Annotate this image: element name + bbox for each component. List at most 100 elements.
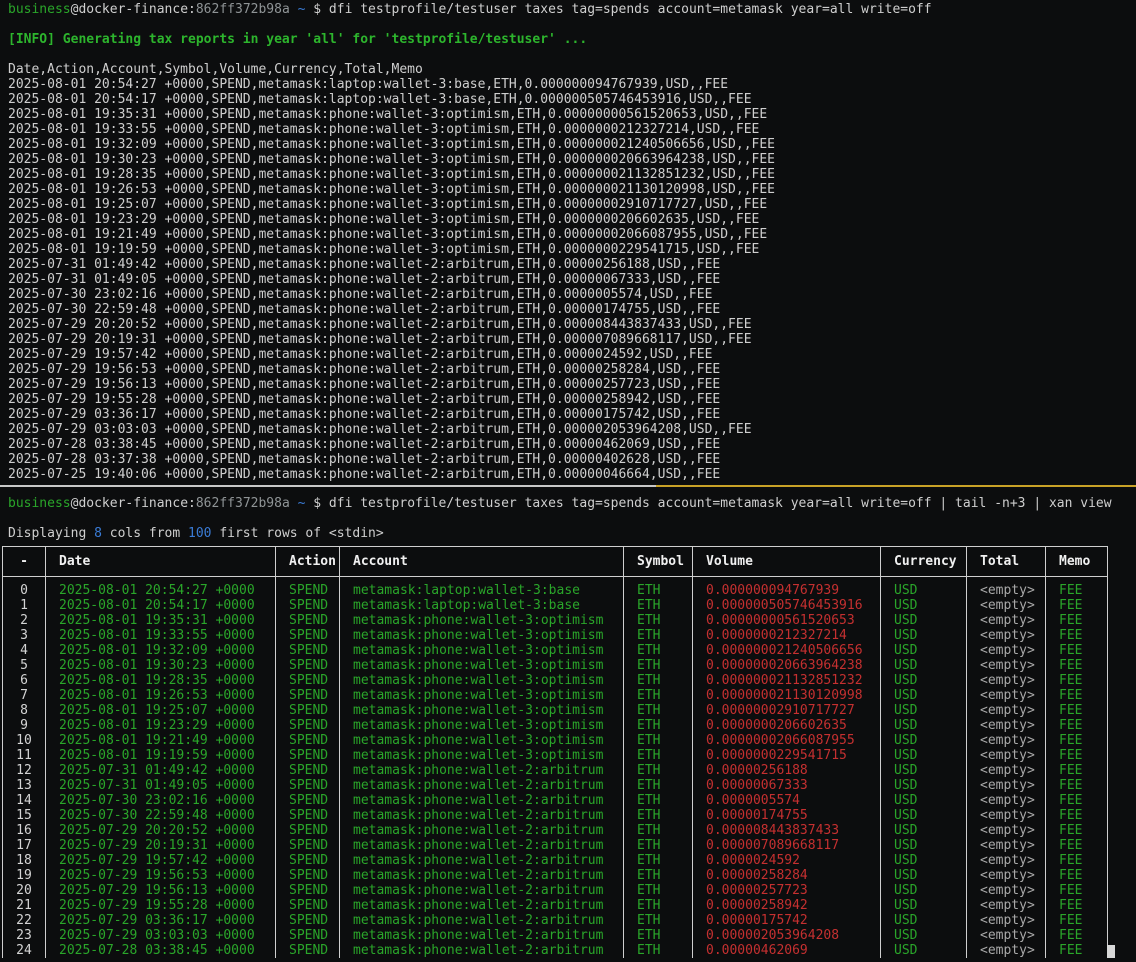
cell-date: 2025-07-29 19:56:13 +0000: [46, 883, 276, 898]
cell-memo: FEE: [1046, 913, 1108, 928]
cell-row-index: 9: [3, 718, 46, 733]
cell-total: <empty>: [967, 733, 1046, 748]
cell-account: metamask:phone:wallet-2:arbitrum: [340, 808, 624, 823]
csv-line: 2025-07-28 03:38:45 +0000,SPEND,metamask…: [0, 437, 1136, 452]
cell-action: SPEND: [276, 868, 340, 883]
cell-total: <empty>: [967, 583, 1046, 598]
cell-action: SPEND: [276, 613, 340, 628]
cell-memo: FEE: [1046, 703, 1108, 718]
table-row: 20 2025-07-29 19:56:13 +0000 SPEND metam…: [3, 883, 1108, 898]
cell-account: metamask:phone:wallet-2:arbitrum: [340, 928, 624, 943]
command-text-2: dfi testprofile/testuser taxes tag=spend…: [329, 496, 1112, 511]
cell-memo: FEE: [1046, 583, 1108, 598]
cell-total: <empty>: [967, 913, 1046, 928]
cell-symbol: ETH: [624, 853, 693, 868]
csv-line: 2025-08-01 19:33:55 +0000,SPEND,metamask…: [0, 122, 1136, 137]
table-row: 16 2025-07-29 20:20:52 +0000 SPEND metam…: [3, 823, 1108, 838]
cell-total: <empty>: [967, 943, 1046, 958]
info-line: [INFO] Generating tax reports in year 'a…: [0, 32, 1136, 47]
cell-account: metamask:phone:wallet-2:arbitrum: [340, 883, 624, 898]
prompt-cwd: ~: [290, 496, 313, 511]
cell-symbol: ETH: [624, 778, 693, 793]
cell-row-index: 8: [3, 703, 46, 718]
cell-row-index: 3: [3, 628, 46, 643]
cell-volume: 0.00000002910717727: [693, 703, 881, 718]
xan-status-line: Displaying 8 cols from 100 first rows of…: [0, 526, 1136, 541]
cell-total: <empty>: [967, 808, 1046, 823]
cell-total: <empty>: [967, 778, 1046, 793]
prompt-symbol: $: [313, 2, 329, 17]
cell-row-index: 6: [3, 673, 46, 688]
csv-line: 2025-07-30 23:02:16 +0000,SPEND,metamask…: [0, 287, 1136, 302]
terminal-output-2: business@docker-finance:862ff372b98a ~ $…: [0, 496, 1136, 541]
cell-volume: 0.00000256188: [693, 763, 881, 778]
cell-memo: FEE: [1046, 838, 1108, 853]
csv-line: 2025-08-01 19:28:35 +0000,SPEND,metamask…: [0, 167, 1136, 182]
cell-memo: FEE: [1046, 778, 1108, 793]
cell-action: SPEND: [276, 793, 340, 808]
cell-date: 2025-07-29 19:55:28 +0000: [46, 898, 276, 913]
separator-gold-segment: [656, 485, 1136, 487]
prompt-container-id: 862ff372b98a: [196, 496, 290, 511]
cell-account: metamask:phone:wallet-2:arbitrum: [340, 943, 624, 958]
column-header-memo: Memo: [1046, 547, 1108, 577]
cell-currency: USD: [881, 688, 967, 703]
cell-total: <empty>: [967, 763, 1046, 778]
cell-memo: FEE: [1046, 748, 1108, 763]
column-header-date: Date: [46, 547, 276, 577]
table-row: 6 2025-08-01 19:28:35 +0000 SPEND metama…: [3, 673, 1108, 688]
cell-memo: FEE: [1046, 733, 1108, 748]
cell-date: 2025-07-30 22:59:48 +0000: [46, 808, 276, 823]
cell-volume: 0.000000020663964238: [693, 658, 881, 673]
table-row: 22 2025-07-29 03:36:17 +0000 SPEND metam…: [3, 913, 1108, 928]
cell-action: SPEND: [276, 673, 340, 688]
csv-line: 2025-07-29 19:55:28 +0000,SPEND,metamask…: [0, 392, 1136, 407]
table-body: 0 2025-08-01 20:54:27 +0000 SPEND metama…: [3, 577, 1108, 958]
table-row: 3 2025-08-01 19:33:55 +0000 SPEND metama…: [3, 628, 1108, 643]
cell-account: metamask:phone:wallet-2:arbitrum: [340, 823, 624, 838]
table-row: 7 2025-08-01 19:26:53 +0000 SPEND metama…: [3, 688, 1108, 703]
terminal-window[interactable]: business@docker-finance:862ff372b98a ~ $…: [0, 0, 1136, 962]
cell-memo: FEE: [1046, 808, 1108, 823]
cell-row-index: 20: [3, 883, 46, 898]
cell-total: <empty>: [967, 658, 1046, 673]
cell-row-index: 16: [3, 823, 46, 838]
column-header-symbol: Symbol: [624, 547, 693, 577]
cell-account: metamask:phone:wallet-3:optimism: [340, 733, 624, 748]
cell-currency: USD: [881, 598, 967, 613]
cell-date: 2025-08-01 19:28:35 +0000: [46, 673, 276, 688]
cell-date: 2025-08-01 19:32:09 +0000: [46, 643, 276, 658]
cell-total: <empty>: [967, 748, 1046, 763]
cell-account: metamask:phone:wallet-2:arbitrum: [340, 853, 624, 868]
cell-memo: FEE: [1046, 883, 1108, 898]
cell-currency: USD: [881, 628, 967, 643]
cell-volume: 0.0000000229541715: [693, 748, 881, 763]
cell-account: metamask:phone:wallet-2:arbitrum: [340, 898, 624, 913]
cell-row-index: 5: [3, 658, 46, 673]
cell-account: metamask:phone:wallet-2:arbitrum: [340, 778, 624, 793]
cell-total: <empty>: [967, 718, 1046, 733]
cell-row-index: 14: [3, 793, 46, 808]
cell-volume: 0.0000005574: [693, 793, 881, 808]
table-row: 19 2025-07-29 19:56:53 +0000 SPEND metam…: [3, 868, 1108, 883]
cell-currency: USD: [881, 853, 967, 868]
cell-date: 2025-07-29 03:03:03 +0000: [46, 928, 276, 943]
cell-currency: USD: [881, 748, 967, 763]
cell-currency: USD: [881, 943, 967, 958]
csv-line: 2025-07-31 01:49:42 +0000,SPEND,metamask…: [0, 257, 1136, 272]
xan-table: - Date Action Account Symbol Volume Curr…: [2, 546, 1108, 958]
cell-date: 2025-08-01 19:25:07 +0000: [46, 703, 276, 718]
cell-memo: FEE: [1046, 598, 1108, 613]
cell-action: SPEND: [276, 658, 340, 673]
table-row: 9 2025-08-01 19:23:29 +0000 SPEND metama…: [3, 718, 1108, 733]
prompt-user: business: [8, 496, 71, 511]
cell-action: SPEND: [276, 763, 340, 778]
cell-row-index: 13: [3, 778, 46, 793]
command-line-2: business@docker-finance:862ff372b98a ~ $…: [0, 496, 1136, 511]
cell-account: metamask:phone:wallet-3:optimism: [340, 718, 624, 733]
cell-total: <empty>: [967, 853, 1046, 868]
cell-row-index: 1: [3, 598, 46, 613]
cell-date: 2025-07-28 03:38:45 +0000: [46, 943, 276, 958]
cell-date: 2025-07-29 19:57:42 +0000: [46, 853, 276, 868]
cell-action: SPEND: [276, 718, 340, 733]
